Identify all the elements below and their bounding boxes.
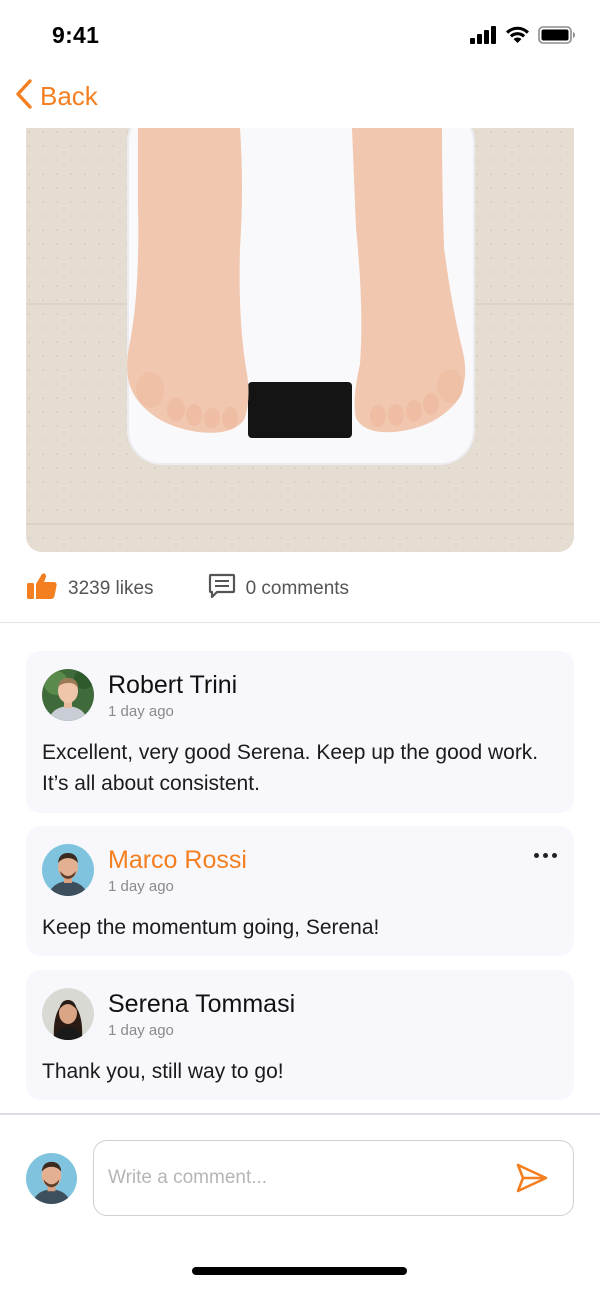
send-button[interactable] — [515, 1161, 549, 1200]
comments-count: 0 comments — [245, 578, 350, 599]
comment-text: Thank you, still way to go! — [42, 1060, 284, 1083]
comment-text: Excellent, very good Serena. Keep up the… — [42, 741, 539, 795]
nav-bar: Back — [0, 72, 600, 120]
comment-card: Robert Trini 1 day ago Excellent, very g… — [26, 651, 574, 813]
chevron-left-icon — [14, 78, 34, 115]
comment-icon — [208, 573, 236, 605]
back-label: Back — [40, 81, 98, 111]
post-stats: 3239 likes 0 comments — [26, 570, 574, 608]
status-bar: 9:41 — [0, 0, 600, 70]
comment-card: Marco Rossi 1 day ago Keep the momentum … — [26, 826, 574, 956]
divider — [0, 1113, 600, 1115]
comment-author[interactable]: Robert Trini — [108, 671, 237, 700]
avatar[interactable] — [42, 844, 94, 896]
comment-author[interactable]: Serena Tommasi — [108, 990, 295, 1019]
more-options-button[interactable] — [530, 844, 560, 866]
likes-stat[interactable]: 3239 likes — [26, 572, 154, 606]
back-button[interactable]: Back — [14, 78, 98, 115]
comment-text: Keep the momentum going, Serena! — [42, 916, 380, 939]
divider — [0, 622, 600, 623]
wifi-icon — [505, 26, 530, 44]
more-horizontal-icon — [533, 852, 539, 858]
comment-input[interactable] — [108, 1163, 488, 1193]
status-icons — [470, 26, 576, 44]
cellular-signal-icon — [470, 26, 497, 44]
avatar[interactable] — [42, 988, 94, 1040]
home-indicator — [192, 1267, 407, 1275]
likes-count: 3239 likes — [68, 578, 154, 599]
battery-icon — [538, 26, 576, 44]
comment-timestamp: 1 day ago — [108, 1022, 174, 1039]
status-time: 9:41 — [52, 22, 100, 48]
comment-timestamp: 1 day ago — [108, 878, 174, 895]
thumbs-up-icon — [26, 572, 58, 606]
comment-card: Serena Tommasi 1 day ago Thank you, stil… — [26, 970, 574, 1100]
current-user-avatar — [26, 1153, 77, 1204]
comments-stat[interactable]: 0 comments — [208, 573, 349, 605]
post-image — [26, 128, 574, 552]
send-icon — [515, 1163, 549, 1199]
comment-author[interactable]: Marco Rossi — [108, 846, 247, 875]
comment-composer — [93, 1140, 574, 1216]
comment-timestamp: 1 day ago — [108, 703, 174, 720]
avatar[interactable] — [42, 669, 94, 721]
